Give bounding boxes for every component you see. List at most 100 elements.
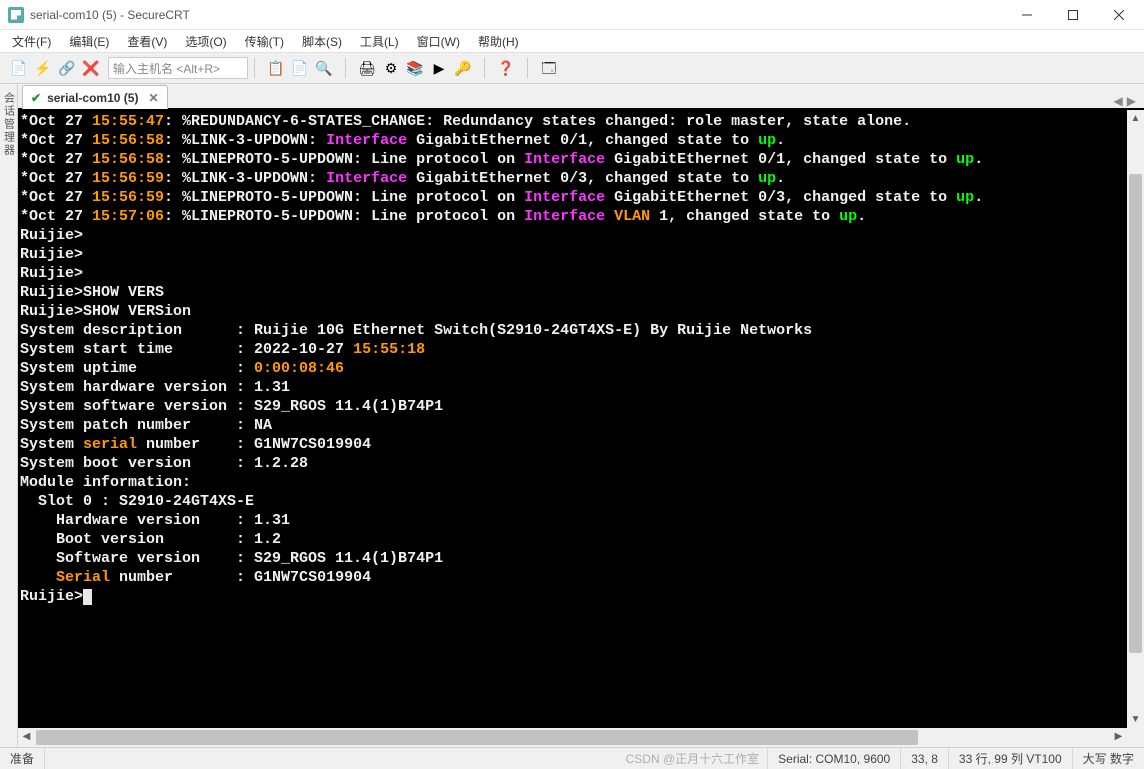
- terminal-text: Slot 0 : S2910-24GT4XS-E: [20, 493, 254, 510]
- scroll-corner: [1127, 728, 1144, 747]
- menu-edit[interactable]: 编辑(E): [61, 31, 117, 52]
- status-cursor: 33, 8: [900, 748, 948, 769]
- tb-keymap[interactable]: 🔑: [452, 57, 474, 79]
- tb-options[interactable]: ⚙: [380, 57, 402, 79]
- menu-tools[interactable]: 工具(L): [352, 31, 407, 52]
- terminal-text: VLAN: [605, 208, 650, 225]
- terminal-text: GigabitEthernet 0/3, changed state to: [605, 189, 956, 206]
- sessions-icon: 📚: [406, 61, 423, 75]
- menu-bar: 文件(F) 编辑(E) 查看(V) 选项(O) 传输(T) 脚本(S) 工具(L…: [0, 30, 1144, 52]
- menu-file[interactable]: 文件(F): [4, 31, 59, 52]
- terminal-text: 0:00:08:46: [254, 360, 344, 377]
- tb-print[interactable]: 🖨: [356, 57, 378, 79]
- menu-options[interactable]: 选项(O): [177, 31, 234, 52]
- terminal-text: 15:56:58: [92, 151, 164, 168]
- terminal-text: Ruijie>: [20, 227, 83, 244]
- window-maximize-button[interactable]: [1050, 0, 1096, 30]
- tab-label: serial-com10 (5): [47, 91, 138, 105]
- scrollbar-vertical[interactable]: ▲ ▼: [1127, 110, 1144, 728]
- terminal-text: Software version : S29_RGOS 11.4(1)B74P1: [20, 550, 443, 567]
- terminal-text: *Oct 27: [20, 189, 92, 206]
- tab-scroll-right-icon[interactable]: ▶: [1127, 94, 1136, 108]
- terminal-text: 15:57:06: [92, 208, 164, 225]
- terminal-text: : %LINK-3-UPDOWN:: [164, 132, 326, 149]
- watermark-text: CSDN @正月十六工作室: [618, 750, 768, 767]
- scrollbar-horizontal[interactable]: ◀ ▶: [18, 728, 1127, 747]
- tab-serial-com10[interactable]: ✔ serial-com10 (5) ✕: [22, 85, 168, 109]
- terminal-text: : %LINK-3-UPDOWN:: [164, 170, 326, 187]
- tb-find[interactable]: 🔍: [313, 57, 335, 79]
- scroll-thumb-horizontal[interactable]: [36, 730, 918, 745]
- menu-help[interactable]: 帮助(H): [470, 31, 527, 52]
- terminal-text: Hardware version : 1.31: [20, 512, 290, 529]
- menu-transfer[interactable]: 传输(T): [237, 31, 292, 52]
- tb-sessions[interactable]: 📚: [404, 57, 426, 79]
- tab-strip: ✔ serial-com10 (5) ✕ ◀ ▶: [18, 84, 1144, 110]
- terminal-text: Interface: [326, 170, 407, 187]
- tb-connect-sftp[interactable]: 🔗: [56, 57, 78, 79]
- terminal-text: Serial: [56, 569, 110, 586]
- terminal-text: : %LINEPROTO-5-UPDOWN: Line protocol on: [164, 208, 524, 225]
- window-titlebar: serial-com10 (5) - SecureCRT: [0, 0, 1144, 30]
- terminal-text: Interface: [524, 189, 605, 206]
- scroll-up-icon[interactable]: ▲: [1127, 110, 1144, 127]
- terminal-text: up: [758, 132, 776, 149]
- terminal-text: GigabitEthernet 0/1, changed state to: [407, 132, 758, 149]
- terminal-text: up: [758, 170, 776, 187]
- tb-quick-connect[interactable]: ⚡: [32, 57, 54, 79]
- menu-view[interactable]: 查看(V): [119, 31, 175, 52]
- terminal-text: .: [776, 170, 785, 187]
- terminal-text: 15:56:58: [92, 132, 164, 149]
- tb-toggle[interactable]: 🗔: [538, 57, 560, 79]
- tab-close-icon[interactable]: ✕: [148, 91, 158, 105]
- terminal-text: .: [974, 151, 983, 168]
- terminal-text: Interface: [326, 132, 407, 149]
- terminal-text: *Oct 27: [20, 132, 92, 149]
- terminal-output[interactable]: *Oct 27 15:55:47: %REDUNDANCY-6-STATES_C…: [18, 110, 1144, 747]
- session-manager-label: 会话管理器: [1, 92, 17, 157]
- find-icon: 🔍: [315, 61, 332, 75]
- print-icon: 🖨: [358, 61, 376, 75]
- host-input[interactable]: 输入主机名 <Alt+R>: [108, 57, 248, 79]
- terminal-text: System software version : S29_RGOS 11.4(…: [20, 398, 443, 415]
- terminal-text: System description : Ruijie 10G Ethernet…: [20, 322, 812, 339]
- terminal-text: up: [839, 208, 857, 225]
- reconnect-icon: ❌: [82, 61, 99, 75]
- tb-paste[interactable]: 📄: [289, 57, 311, 79]
- terminal-text: number : G1NW7CS019904: [110, 569, 371, 586]
- terminal-text: : %LINEPROTO-5-UPDOWN: Line protocol on: [164, 189, 524, 206]
- terminal-text: number : G1NW7CS019904: [137, 436, 371, 453]
- scroll-right-icon[interactable]: ▶: [1110, 728, 1127, 745]
- scroll-left-icon[interactable]: ◀: [18, 728, 35, 745]
- window-close-button[interactable]: [1096, 0, 1142, 30]
- scroll-down-icon[interactable]: ▼: [1127, 711, 1144, 728]
- connect-sftp-icon: 🔗: [58, 61, 75, 75]
- status-bar: 准备 CSDN @正月十六工作室 Serial: COM10, 9600 33,…: [0, 747, 1144, 769]
- toggle-icon: 🗔: [541, 61, 556, 75]
- tb-copy[interactable]: 📋: [265, 57, 287, 79]
- terminal-text: up: [956, 189, 974, 206]
- tb-new-session[interactable]: 📄: [8, 57, 30, 79]
- status-size: 33 行, 99 列 VT100: [948, 748, 1072, 769]
- terminal-text: System hardware version : 1.31: [20, 379, 290, 396]
- window-minimize-button[interactable]: [1004, 0, 1050, 30]
- tb-reconnect[interactable]: ❌: [80, 57, 102, 79]
- terminal-text: Interface: [524, 151, 605, 168]
- menu-window[interactable]: 窗口(W): [409, 31, 468, 52]
- terminal-text: *Oct 27: [20, 151, 92, 168]
- terminal-text: .: [857, 208, 866, 225]
- terminal-text: serial: [83, 436, 137, 453]
- terminal-text: Ruijie>: [20, 265, 83, 282]
- keymap-icon: 🔑: [454, 61, 471, 75]
- tb-script[interactable]: ▶: [428, 57, 450, 79]
- scroll-thumb-vertical[interactable]: [1129, 174, 1142, 653]
- menu-script[interactable]: 脚本(S): [294, 31, 350, 52]
- terminal-text: Interface: [524, 208, 605, 225]
- tb-help[interactable]: ❓: [495, 57, 517, 79]
- session-manager-strip[interactable]: 会话管理器: [0, 84, 18, 747]
- terminal-text: *Oct 27: [20, 113, 92, 130]
- terminal-text: Ruijie>: [20, 246, 83, 263]
- toolbar: 📄 ⚡ 🔗 ❌ 输入主机名 <Alt+R> 📋 📄 🔍 🖨 ⚙ 📚 ▶ 🔑 ❓ …: [0, 52, 1144, 84]
- tab-scroll-left-icon[interactable]: ◀: [1114, 94, 1123, 108]
- terminal-pane[interactable]: *Oct 27 15:55:47: %REDUNDANCY-6-STATES_C…: [18, 110, 1144, 747]
